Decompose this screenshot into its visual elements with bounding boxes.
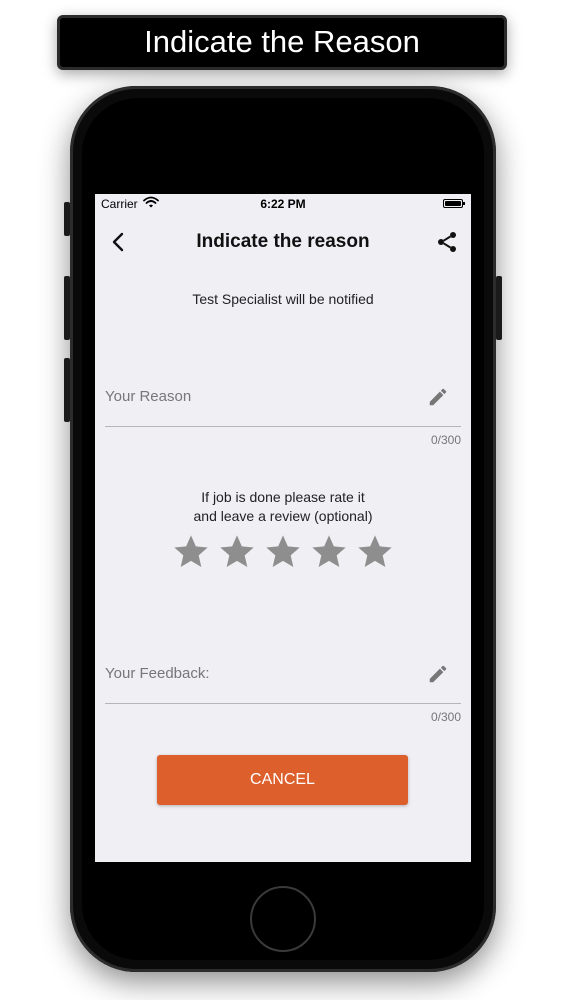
battery-level [445, 201, 461, 206]
star-icon[interactable] [263, 532, 303, 572]
battery-icon [443, 199, 465, 208]
caption-title: Indicate the Reason [144, 24, 420, 59]
home-button[interactable] [250, 886, 316, 952]
status-bar: Carrier 6:22 PM [95, 194, 471, 214]
caption-banner: Indicate the Reason [57, 15, 507, 70]
volume-up-button [64, 276, 70, 340]
feedback-char-counter: 0/300 [430, 710, 461, 724]
pencil-icon[interactable] [427, 663, 449, 685]
reason-field[interactable]: Your Reason [105, 366, 461, 427]
rating-prompt-line1: If job is done please rate it [201, 489, 365, 505]
feedback-placeholder: Your Feedback: [105, 665, 210, 682]
star-icon[interactable] [217, 532, 257, 572]
page-title: Indicate the reason [196, 231, 370, 252]
power-button [496, 276, 502, 340]
notification-notice: Test Specialist will be notified [192, 291, 374, 307]
rating-prompt: If job is done please rate it and leave … [95, 488, 471, 526]
star-icon[interactable] [309, 532, 349, 572]
reason-placeholder: Your Reason [105, 388, 192, 405]
share-icon[interactable] [435, 230, 459, 254]
nav-bar: Indicate the reason [95, 222, 471, 262]
feedback-field[interactable]: Your Feedback: [105, 643, 461, 704]
star-icon[interactable] [171, 532, 211, 572]
rating-prompt-line2: and leave a review (optional) [193, 508, 373, 524]
mute-switch [64, 202, 70, 236]
reason-char-counter: 0/300 [430, 433, 461, 447]
status-time: 6:22 PM [260, 197, 306, 211]
volume-down-button [64, 358, 70, 422]
star-icon[interactable] [355, 532, 395, 572]
cancel-button[interactable]: CANCEL [157, 755, 408, 805]
pencil-icon[interactable] [427, 386, 449, 408]
app-screen: Carrier 6:22 PM Indicate the reason Test… [95, 194, 471, 862]
